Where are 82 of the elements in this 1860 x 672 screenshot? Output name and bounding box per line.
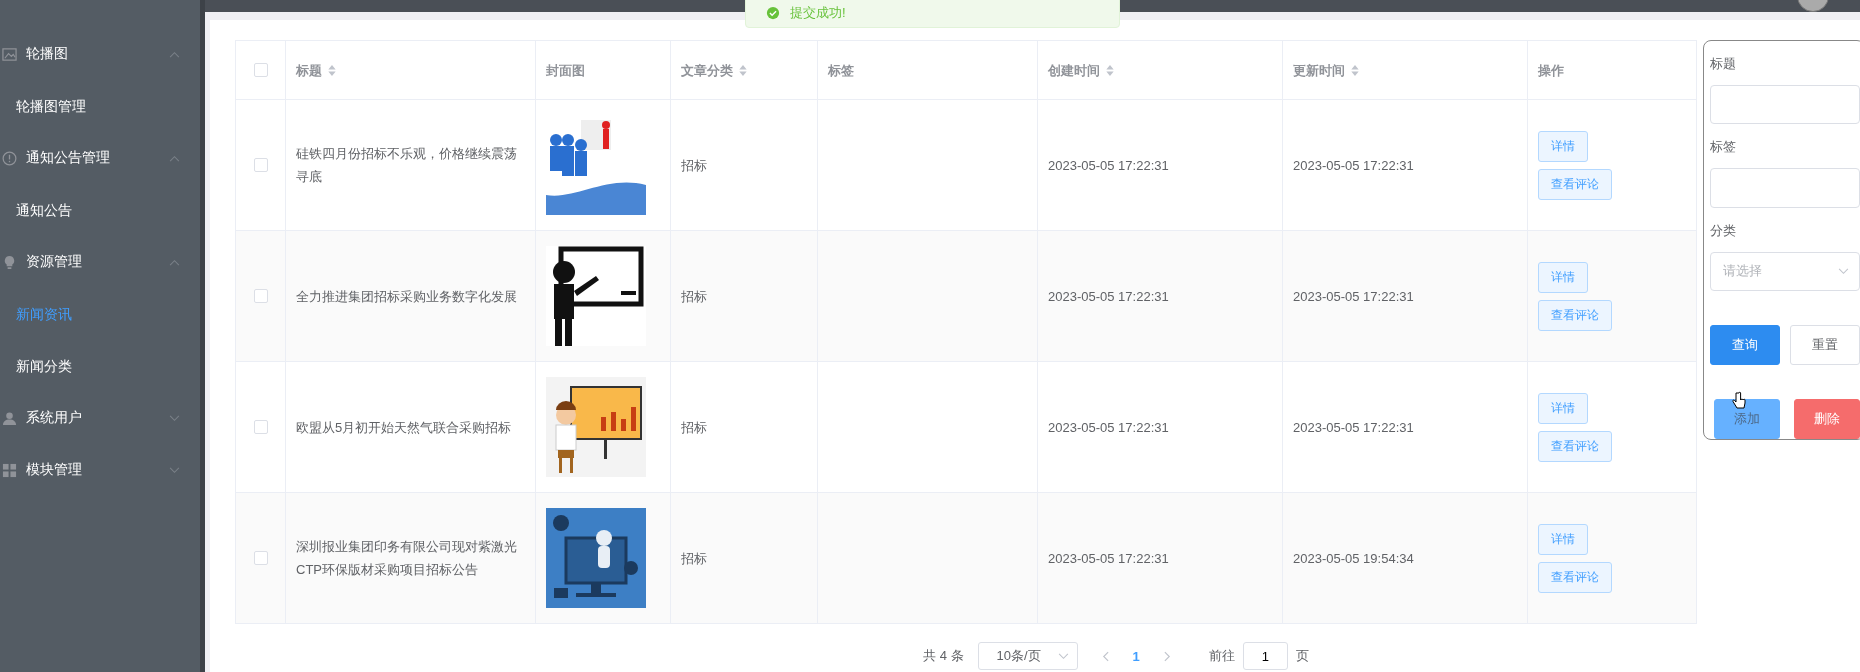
sort-icon[interactable] (739, 64, 747, 76)
chevron-icon (169, 258, 180, 266)
previous-page-icon[interactable] (1101, 650, 1109, 662)
table-cell-text: 招标 (681, 418, 707, 437)
menu-group[interactable]: 资源管理 (0, 236, 200, 288)
table-cell-text: 2023-05-05 17:22:31 (1293, 287, 1414, 306)
table-cell-text: 深圳报业集团印务有限公司现对紫激光CTP环保版材采购项目招标公告 (296, 538, 518, 579)
page-size-select[interactable]: 10条/页 (977, 642, 1078, 670)
action-button[interactable]: 查询 (1710, 325, 1780, 365)
column-header[interactable]: 更新时间 (1293, 58, 1359, 82)
total-count: 共 4 条 (923, 647, 964, 665)
checkbox[interactable] (253, 158, 268, 172)
input-field[interactable] (1710, 168, 1860, 208)
column-header: 操作 (1538, 61, 1564, 80)
menu-item[interactable]: 轮播图管理 (0, 80, 200, 132)
action-button[interactable]: 详情 (1538, 261, 1588, 293)
menu-item[interactable]: 新闻分类 (0, 340, 200, 392)
info-icon (2, 150, 17, 166)
user-icon (2, 410, 17, 426)
chevron-icon (169, 466, 180, 474)
menu-item[interactable]: 新闻资讯 (0, 288, 200, 340)
action-button[interactable]: 查看评论 (1538, 561, 1612, 593)
sort-icon[interactable] (328, 64, 336, 76)
goto-label: 前往 (1208, 647, 1235, 665)
chevron-icon (169, 414, 180, 422)
field-label: 标题 (1710, 55, 1737, 73)
menu-group[interactable]: 通知公告管理 (0, 132, 200, 184)
action-button[interactable]: 详情 (1538, 130, 1588, 162)
action-button[interactable]: 详情 (1538, 523, 1588, 555)
chevron-icon (169, 50, 180, 58)
menu-group[interactable]: 系统用户 (0, 392, 200, 444)
image-icon (2, 46, 17, 62)
sort-icon[interactable] (1351, 64, 1359, 76)
menu-item[interactable]: 通知公告 (0, 184, 200, 236)
action-button[interactable]: 删除 (1794, 399, 1860, 439)
action-button[interactable]: 详情 (1538, 392, 1588, 424)
menu-group[interactable]: 模块管理 (0, 444, 200, 496)
select-field[interactable]: 请选择 (1710, 251, 1860, 291)
checkbox[interactable] (253, 63, 268, 77)
table-cell-text: 2023-05-05 17:22:31 (1048, 418, 1169, 437)
chevron-icon (1057, 652, 1069, 660)
column-header: 标签 (828, 61, 854, 80)
next-page-icon[interactable] (1163, 650, 1171, 662)
page-number[interactable]: 1 (1132, 648, 1140, 664)
chevron-icon (169, 154, 180, 162)
grid-icon (2, 462, 17, 478)
action-button[interactable]: 添加 (1714, 399, 1780, 439)
input-field[interactable] (1710, 85, 1860, 125)
page-input[interactable]: 1 (1242, 642, 1288, 670)
table-cell-text: 2023-05-05 19:54:34 (1293, 549, 1414, 568)
checkbox[interactable] (253, 420, 268, 434)
check-icon (766, 6, 780, 20)
table-cell-text: 2023-05-05 17:22:31 (1293, 156, 1414, 175)
action-button[interactable]: 查看评论 (1538, 430, 1612, 462)
page-suffix: 页 (1295, 647, 1309, 665)
action-button[interactable]: 重置 (1790, 325, 1860, 365)
column-header: 封面图 (546, 61, 585, 80)
column-header[interactable]: 创建时间 (1048, 58, 1114, 82)
table-cell-text: 2023-05-05 17:22:31 (1293, 418, 1414, 437)
table-cell-text: 招标 (681, 549, 707, 568)
checkbox[interactable] (253, 289, 268, 303)
action-button[interactable]: 查看评论 (1538, 299, 1612, 331)
toast-message: 提交成功! (790, 4, 846, 22)
hand-cursor-icon (1732, 391, 1746, 410)
column-header[interactable]: 标题 (296, 58, 336, 82)
table-cell-text: 招标 (681, 287, 707, 306)
sort-icon[interactable] (1106, 64, 1114, 76)
table-cell-text: 全力推进集团招标采购业务数字化发展 (296, 287, 517, 306)
table-cell-text: 2023-05-05 17:22:31 (1048, 156, 1169, 175)
column-header[interactable]: 文章分类 (681, 58, 747, 82)
chevron-icon (1838, 267, 1849, 275)
field-label: 标签 (1710, 138, 1737, 157)
lightbulb-icon (2, 254, 17, 270)
table-cell-text: 招标 (681, 156, 707, 175)
action-button[interactable]: 查看评论 (1538, 168, 1612, 200)
table-cell-text: 2023-05-05 17:22:31 (1048, 549, 1169, 568)
table-cell-text: 欧盟从5月初开始天然气联合采购招标 (296, 418, 512, 437)
table-cell-text: 硅铁四月份招标不乐观，价格继续震荡寻底 (296, 145, 518, 186)
menu-group[interactable]: 轮播图 (0, 28, 200, 80)
table-cell-text: 2023-05-05 17:22:31 (1048, 287, 1169, 306)
field-label: 分类 (1710, 221, 1737, 240)
checkbox[interactable] (253, 551, 268, 565)
